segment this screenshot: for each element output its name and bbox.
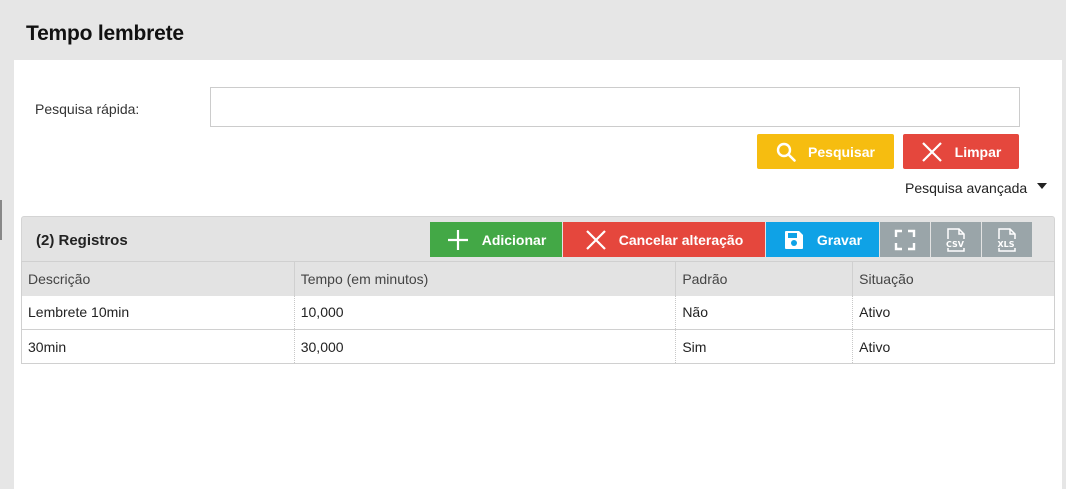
save-button-label: Gravar (816, 231, 863, 248)
left-edge-marker (0, 200, 2, 240)
add-button-label: Adicionar (481, 231, 547, 248)
cancel-edit-button[interactable]: Cancelar alteração (563, 222, 765, 257)
table-cell[interactable]: 30min (21, 329, 295, 364)
add-button[interactable]: Adicionar (430, 222, 562, 257)
svg-text:XLS: XLS (997, 240, 1014, 249)
advanced-search-toggle[interactable]: Pesquisa avançada (905, 180, 1048, 196)
page-title: Tempo lembrete (26, 22, 184, 45)
column-header-time-minutes[interactable]: Tempo (em minutos) (294, 261, 677, 296)
table-cell[interactable]: 30,000 (294, 329, 677, 364)
column-header-description[interactable]: Descrição (21, 261, 295, 296)
fullscreen-button[interactable] (880, 222, 930, 257)
save-button[interactable]: Gravar (766, 222, 879, 257)
search-button[interactable]: Pesquisar (757, 134, 894, 169)
table-cell[interactable]: Ativo (852, 329, 1055, 364)
table-cell[interactable]: Não (675, 295, 854, 330)
column-header-status[interactable]: Situação (852, 261, 1055, 296)
quick-search-input[interactable] (210, 87, 1020, 127)
records-count: (2) Registros (36, 232, 128, 249)
floppy-disk-icon (784, 230, 803, 249)
advanced-search-label: Pesquisa avançada (905, 180, 1028, 196)
column-header-default[interactable]: Padrão (675, 261, 854, 296)
xls-export-icon: XLS (995, 227, 1017, 252)
fullscreen-icon (894, 229, 916, 250)
records-table: Descrição Tempo (em minutos) Padrão Situ… (21, 261, 1055, 364)
content-panel: Pesquisa rápida: Pesquisar Limpar Pesqui… (14, 60, 1062, 489)
svg-text:CSV: CSV (946, 240, 965, 249)
quick-search-label: Pesquisa rápida: (35, 101, 140, 117)
table-cell[interactable]: 10,000 (294, 295, 677, 330)
close-icon (921, 141, 942, 162)
close-icon (585, 229, 606, 250)
csv-export-button[interactable]: CSV (931, 222, 981, 257)
clear-button[interactable]: Limpar (903, 134, 1019, 169)
caret-down-icon (1037, 183, 1048, 189)
table-cell[interactable]: Ativo (852, 295, 1055, 330)
table-cell[interactable]: Sim (675, 329, 854, 364)
clear-button-label: Limpar (954, 143, 1002, 160)
search-button-label: Pesquisar (808, 143, 875, 160)
plus-icon (447, 229, 468, 250)
cancel-edit-button-label: Cancelar alteração (618, 231, 744, 248)
csv-export-icon: CSV (944, 227, 966, 252)
search-icon (776, 142, 796, 162)
grid-header: (2) Registros Adicionar Cancelar alteraç… (21, 216, 1055, 261)
table-row[interactable]: Lembrete 10min 10,000 Não Ativo (21, 295, 1055, 330)
table-row[interactable]: 30min 30,000 Sim Ativo (21, 329, 1055, 364)
table-header-row: Descrição Tempo (em minutos) Padrão Situ… (21, 261, 1055, 296)
xls-export-button[interactable]: XLS (982, 222, 1032, 257)
table-cell[interactable]: Lembrete 10min (21, 295, 295, 330)
